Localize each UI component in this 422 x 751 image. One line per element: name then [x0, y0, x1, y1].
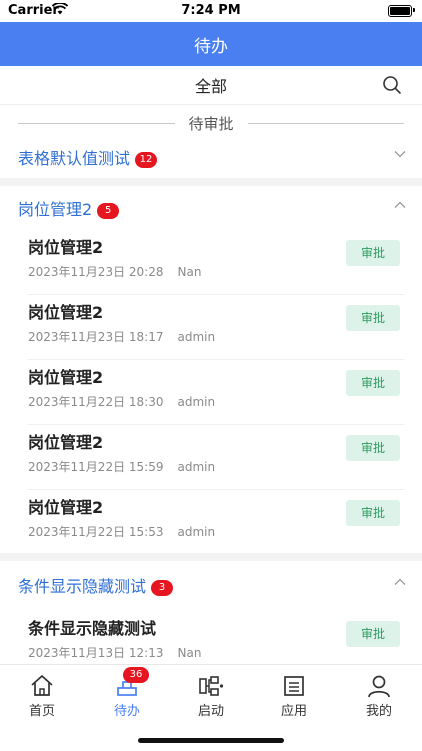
item-user: Nan	[177, 646, 202, 660]
group-header[interactable]: 条件显示隐藏测试 3	[0, 564, 422, 604]
item-datetime: 2023年11月23日 18:17	[28, 330, 164, 344]
item-title: 岗位管理2	[28, 433, 104, 452]
item-title: 条件显示隐藏测试	[28, 619, 157, 638]
apps-icon	[284, 676, 304, 696]
tab-label: 首页	[28, 704, 55, 719]
item-meta: 2023年11月22日 15:53 admin	[28, 523, 215, 540]
approve-button[interactable]: 审批	[346, 370, 400, 396]
item-meta: 2023年11月13日 12:13 Nan	[28, 644, 201, 661]
chevron-up-icon	[394, 578, 406, 585]
group-separator	[0, 553, 422, 561]
item-datetime: 2023年11月23日 20:28	[28, 265, 164, 279]
divider	[28, 424, 404, 425]
filter-all-dropdown[interactable]: 全部	[195, 73, 227, 97]
group-name: 条件显示隐藏测试	[18, 577, 147, 596]
todo-item[interactable]: 岗位管理2 2023年11月22日 15:53 admin 审批	[28, 491, 404, 555]
group-header[interactable]: 表格默认值测试 12	[0, 136, 422, 176]
item-datetime: 2023年11月13日 12:13	[28, 646, 164, 660]
page-title: 待办	[194, 36, 228, 57]
divider	[28, 489, 404, 490]
item-title: 岗位管理2	[28, 498, 104, 517]
approve-button[interactable]: 审批	[346, 240, 400, 266]
item-datetime: 2023年11月22日 18:30	[28, 395, 164, 409]
tab-label: 待办	[113, 704, 140, 719]
clock: 7:24 PM	[181, 3, 241, 18]
item-user: admin	[177, 330, 216, 344]
approve-button[interactable]: 审批	[346, 305, 400, 331]
todo-item[interactable]: 岗位管理2 2023年11月22日 18:30 admin 审批	[28, 361, 404, 425]
user-icon	[368, 675, 390, 698]
count-badge: 12	[135, 152, 158, 168]
todo-count-badge: 36	[123, 667, 149, 683]
group-name: 岗位管理2	[18, 200, 93, 219]
group-header[interactable]: 岗位管理2 5	[0, 187, 422, 227]
approve-button[interactable]: 审批	[346, 621, 400, 647]
item-title: 岗位管理2	[28, 368, 104, 387]
count-badge: 5	[97, 203, 120, 219]
tab-home[interactable]: 首页	[12, 669, 72, 721]
divider	[28, 294, 404, 295]
item-meta: 2023年11月22日 18:30 admin	[28, 393, 215, 410]
tab-label: 应用	[280, 704, 307, 719]
divider-line	[18, 122, 175, 124]
chevron-down-icon	[394, 151, 406, 158]
approve-button[interactable]: 审批	[346, 500, 400, 526]
nav-bar: 待办	[0, 22, 422, 66]
section-divider: 待审批	[18, 112, 405, 134]
flow-icon	[199, 676, 224, 696]
item-user: admin	[177, 460, 216, 474]
tab-todo[interactable]: 36 待办	[97, 667, 157, 721]
todo-item[interactable]: 岗位管理2 2023年11月22日 15:59 admin 审批	[28, 426, 404, 490]
tab-mine[interactable]: 我的	[349, 669, 409, 721]
filter-bar: 全部	[0, 66, 422, 105]
approve-button[interactable]: 审批	[346, 435, 400, 461]
tab-apps[interactable]: 应用	[264, 669, 324, 721]
item-datetime: 2023年11月22日 15:53	[28, 525, 164, 539]
tab-label: 启动	[197, 704, 224, 719]
item-title: 岗位管理2	[28, 303, 104, 322]
tab-label: 我的	[365, 704, 392, 719]
item-meta: 2023年11月22日 15:59 admin	[28, 458, 215, 475]
divider	[28, 359, 404, 360]
divider-line	[247, 122, 405, 124]
section-title: 待审批	[188, 114, 234, 133]
chevron-up-icon	[394, 201, 406, 208]
search-icon[interactable]	[382, 75, 402, 95]
item-meta: 2023年11月23日 20:28 Nan	[28, 263, 201, 280]
group-separator	[0, 178, 422, 186]
tab-launch[interactable]: 启动	[181, 669, 241, 721]
status-bar: Carrier 7:24 PM	[0, 0, 422, 22]
item-title: 岗位管理2	[28, 238, 104, 257]
home-icon	[31, 675, 53, 696]
item-user: admin	[177, 525, 216, 539]
home-indicator	[138, 738, 284, 743]
item-user: Nan	[177, 265, 202, 279]
item-user: admin	[177, 395, 216, 409]
battery-icon	[388, 5, 415, 17]
count-badge: 3	[151, 580, 174, 596]
item-meta: 2023年11月23日 18:17 admin	[28, 328, 215, 345]
item-datetime: 2023年11月22日 15:59	[28, 460, 164, 474]
todo-item[interactable]: 岗位管理2 2023年11月23日 20:28 Nan 审批	[28, 231, 404, 295]
todo-item[interactable]: 岗位管理2 2023年11月23日 18:17 admin 审批	[28, 296, 404, 360]
group-name: 表格默认值测试	[18, 149, 131, 168]
